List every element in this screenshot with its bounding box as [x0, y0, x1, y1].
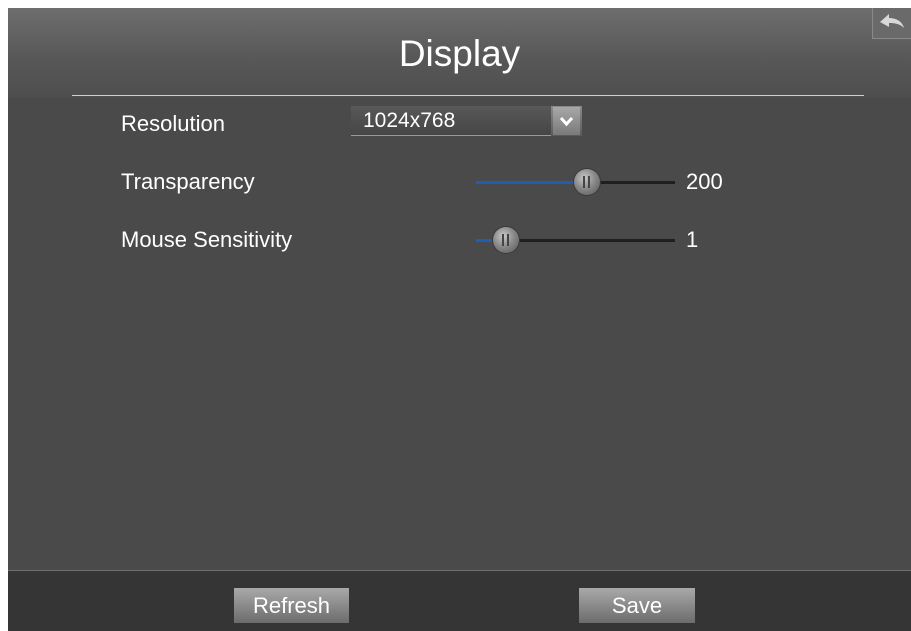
resolution-select[interactable]: 1024x768: [351, 106, 582, 136]
footer-bar: Refresh Save: [8, 570, 911, 631]
slider-thumb[interactable]: [492, 227, 519, 253]
slider-fill: [476, 181, 588, 184]
mouse-sensitivity-slider[interactable]: [476, 227, 675, 253]
mouse-sensitivity-value: 1: [686, 227, 699, 252]
resolution-label: Resolution: [121, 111, 225, 136]
display-settings-window: Display Resolution 1024x768 Transparency…: [8, 8, 911, 631]
back-button[interactable]: [872, 8, 911, 39]
chevron-down-icon: [559, 116, 574, 127]
save-button[interactable]: Save: [579, 588, 695, 623]
page-title: Display: [398, 33, 521, 74]
resolution-value: 1024x768: [351, 106, 551, 136]
header-bar: Display: [8, 8, 911, 98]
transparency-value: 200: [686, 169, 723, 194]
dropdown-button[interactable]: [553, 107, 580, 135]
slider-thumb[interactable]: [574, 169, 601, 195]
back-arrow-icon: [880, 14, 904, 28]
mouse-sensitivity-label: Mouse Sensitivity: [121, 227, 293, 252]
transparency-label: Transparency: [121, 169, 255, 194]
transparency-slider[interactable]: [476, 169, 675, 195]
refresh-button[interactable]: Refresh: [234, 588, 349, 623]
header-divider: [72, 95, 864, 96]
